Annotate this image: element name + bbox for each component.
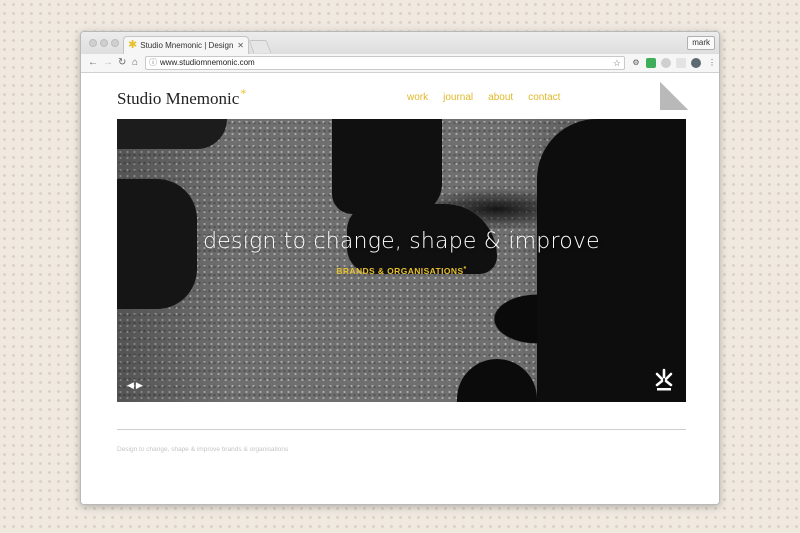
profile-button[interactable]: mark: [687, 36, 715, 50]
title-bar: ✱ Studio Mnemonic | Design to c ✕ mark: [81, 32, 719, 54]
new-tab-button[interactable]: [248, 40, 272, 53]
page-corner-fold-icon[interactable]: [660, 82, 688, 110]
hero-photo-detail: [457, 359, 537, 402]
browser-menu-icon[interactable]: ⋮: [707, 58, 717, 68]
main-nav: work journal about contact: [407, 92, 560, 103]
hero-subheading-text: BRANDS & ORGANISATIONS: [336, 266, 464, 276]
back-icon[interactable]: ←: [88, 57, 98, 69]
hero-photo-detail: [537, 119, 686, 402]
slider-next-arrow-icon[interactable]: ▶: [136, 380, 145, 390]
browser-toolbar: ← → ↻ ⌂ ⓘ www.studiomnemonic.com ☆ ⚙ ⋮: [81, 54, 719, 73]
nav-link-contact[interactable]: contact: [528, 92, 560, 103]
hero-slider[interactable]: design to change, shape & improve BRANDS…: [117, 119, 686, 402]
hero-photo-detail: [117, 119, 227, 149]
hero-subheading-asterisk-icon: *: [463, 266, 467, 273]
extension-green-icon[interactable]: [646, 58, 656, 68]
tab-title: Studio Mnemonic | Design to c: [140, 41, 234, 50]
home-icon[interactable]: ⌂: [132, 57, 138, 69]
minimize-window-button[interactable]: [100, 39, 108, 47]
brand-asterisk-mark-icon: [655, 368, 673, 391]
reload-icon[interactable]: ↻: [118, 57, 126, 69]
extension-gray-icon[interactable]: [676, 58, 686, 68]
extension-dark-icon[interactable]: [691, 58, 701, 68]
browser-tab[interactable]: ✱ Studio Mnemonic | Design to c ✕: [123, 36, 249, 54]
address-bar[interactable]: ⓘ www.studiomnemonic.com ☆: [145, 56, 625, 70]
hero-subheading: BRANDS & ORGANISATIONS*: [117, 266, 686, 276]
maximize-window-button[interactable]: [111, 39, 119, 47]
extension-cloud-icon[interactable]: [661, 58, 671, 68]
nav-link-work[interactable]: work: [407, 92, 428, 103]
footer-tagline: Design to change, shape & improve brands…: [117, 446, 289, 453]
nav-link-journal[interactable]: journal: [443, 92, 473, 103]
tab-close-icon[interactable]: ✕: [237, 41, 244, 50]
hero-heading: design to change, shape & improve: [203, 229, 600, 254]
logo-asterisk-icon: *: [240, 86, 247, 100]
forward-icon[interactable]: →: [103, 57, 113, 69]
settings-gear-icon[interactable]: ⚙: [631, 58, 641, 68]
url-text: www.studiomnemonic.com: [160, 58, 255, 67]
logo-text: Studio Mnemonic: [117, 89, 240, 108]
bookmark-star-icon[interactable]: ☆: [613, 57, 621, 69]
nav-link-about[interactable]: about: [488, 92, 513, 103]
hero-photo-detail: [332, 119, 442, 214]
slider-arrows: ◀▶: [127, 380, 145, 391]
browser-window: ✱ Studio Mnemonic | Design to c ✕ mark ←…: [80, 31, 720, 505]
site-logo[interactable]: Studio Mnemonic*: [117, 86, 247, 109]
close-window-button[interactable]: [89, 39, 97, 47]
footer-divider: [117, 429, 686, 430]
slider-prev-arrow-icon[interactable]: ◀: [127, 380, 136, 390]
info-icon[interactable]: ⓘ: [149, 57, 157, 69]
favicon-asterisk-icon: ✱: [128, 39, 138, 51]
